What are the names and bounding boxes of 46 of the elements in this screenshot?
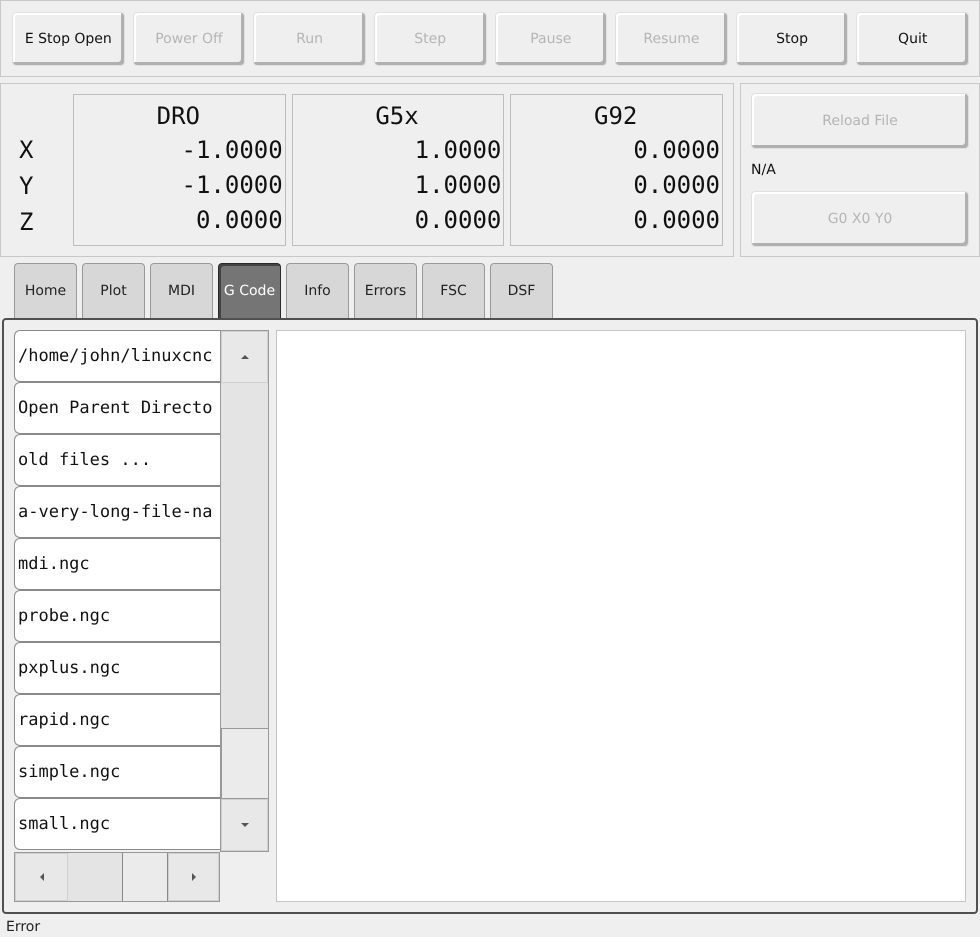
tab[interactable]: Plot — [82, 263, 145, 318]
file-list-item[interactable]: mdi.ngc — [14, 538, 220, 590]
axis-label: Y — [18, 171, 34, 202]
readout-value: 1.0000 — [414, 135, 502, 166]
readout-value: 0.0000 — [633, 205, 720, 236]
tab[interactable]: Errors — [354, 263, 417, 318]
readout-title: G5x — [375, 101, 419, 132]
tab[interactable]: Info — [286, 263, 349, 318]
axis-label: Z — [18, 207, 34, 238]
file-list-item[interactable]: Open Parent Directo — [14, 382, 220, 434]
readout-value: 1.0000 — [414, 170, 502, 201]
toolbar-button[interactable]: Stop — [736, 12, 848, 66]
readout-value: 0.0000 — [633, 170, 720, 201]
file-list-item[interactable]: /home/john/linuxcnc — [14, 330, 220, 382]
status-text: Error — [5, 918, 42, 937]
horizontal-scrollbar[interactable] — [14, 852, 220, 902]
scroll-thumb[interactable] — [122, 853, 168, 901]
file-list-item[interactable]: probe.ngc — [14, 590, 220, 642]
readout-value: -1.0000 — [182, 170, 283, 201]
toolbar-button[interactable]: E Stop Open — [12, 12, 125, 66]
readout-title: DRO — [156, 101, 200, 132]
readout-value: 0.0000 — [196, 205, 283, 236]
readout-value: 0.0000 — [414, 205, 502, 236]
vertical-scrollbar[interactable] — [220, 330, 269, 852]
readout-value: 0.0000 — [633, 135, 720, 166]
scroll-thumb[interactable] — [221, 728, 268, 799]
file-list-item[interactable]: rapid.ngc — [14, 694, 220, 746]
scroll-down-icon — [240, 821, 248, 829]
readout-title: G92 — [594, 101, 638, 132]
readout-value: -1.0000 — [182, 135, 283, 166]
scroll-right-icon — [190, 873, 198, 881]
axis-label: X — [18, 135, 34, 166]
file-label: N/A — [751, 161, 777, 180]
scroll-left-icon — [38, 873, 46, 881]
file-list-item[interactable]: small.ngc — [14, 798, 220, 850]
tab[interactable]: Home — [14, 263, 77, 318]
file-list-item[interactable]: simple.ngc — [14, 746, 220, 798]
tab[interactable]: FSC — [422, 263, 485, 318]
tab[interactable]: MDI — [150, 263, 213, 318]
toolbar-button[interactable]: Quit — [856, 12, 969, 66]
tab[interactable]: DSF — [490, 263, 553, 318]
tab[interactable]: G Code — [218, 263, 281, 318]
scroll-up-icon — [240, 353, 248, 361]
file-list-item[interactable]: pxplus.ngc — [14, 642, 220, 694]
file-list-item[interactable]: old files ... — [14, 434, 220, 486]
file-list-item[interactable]: a-very-long-file-na — [14, 486, 220, 538]
